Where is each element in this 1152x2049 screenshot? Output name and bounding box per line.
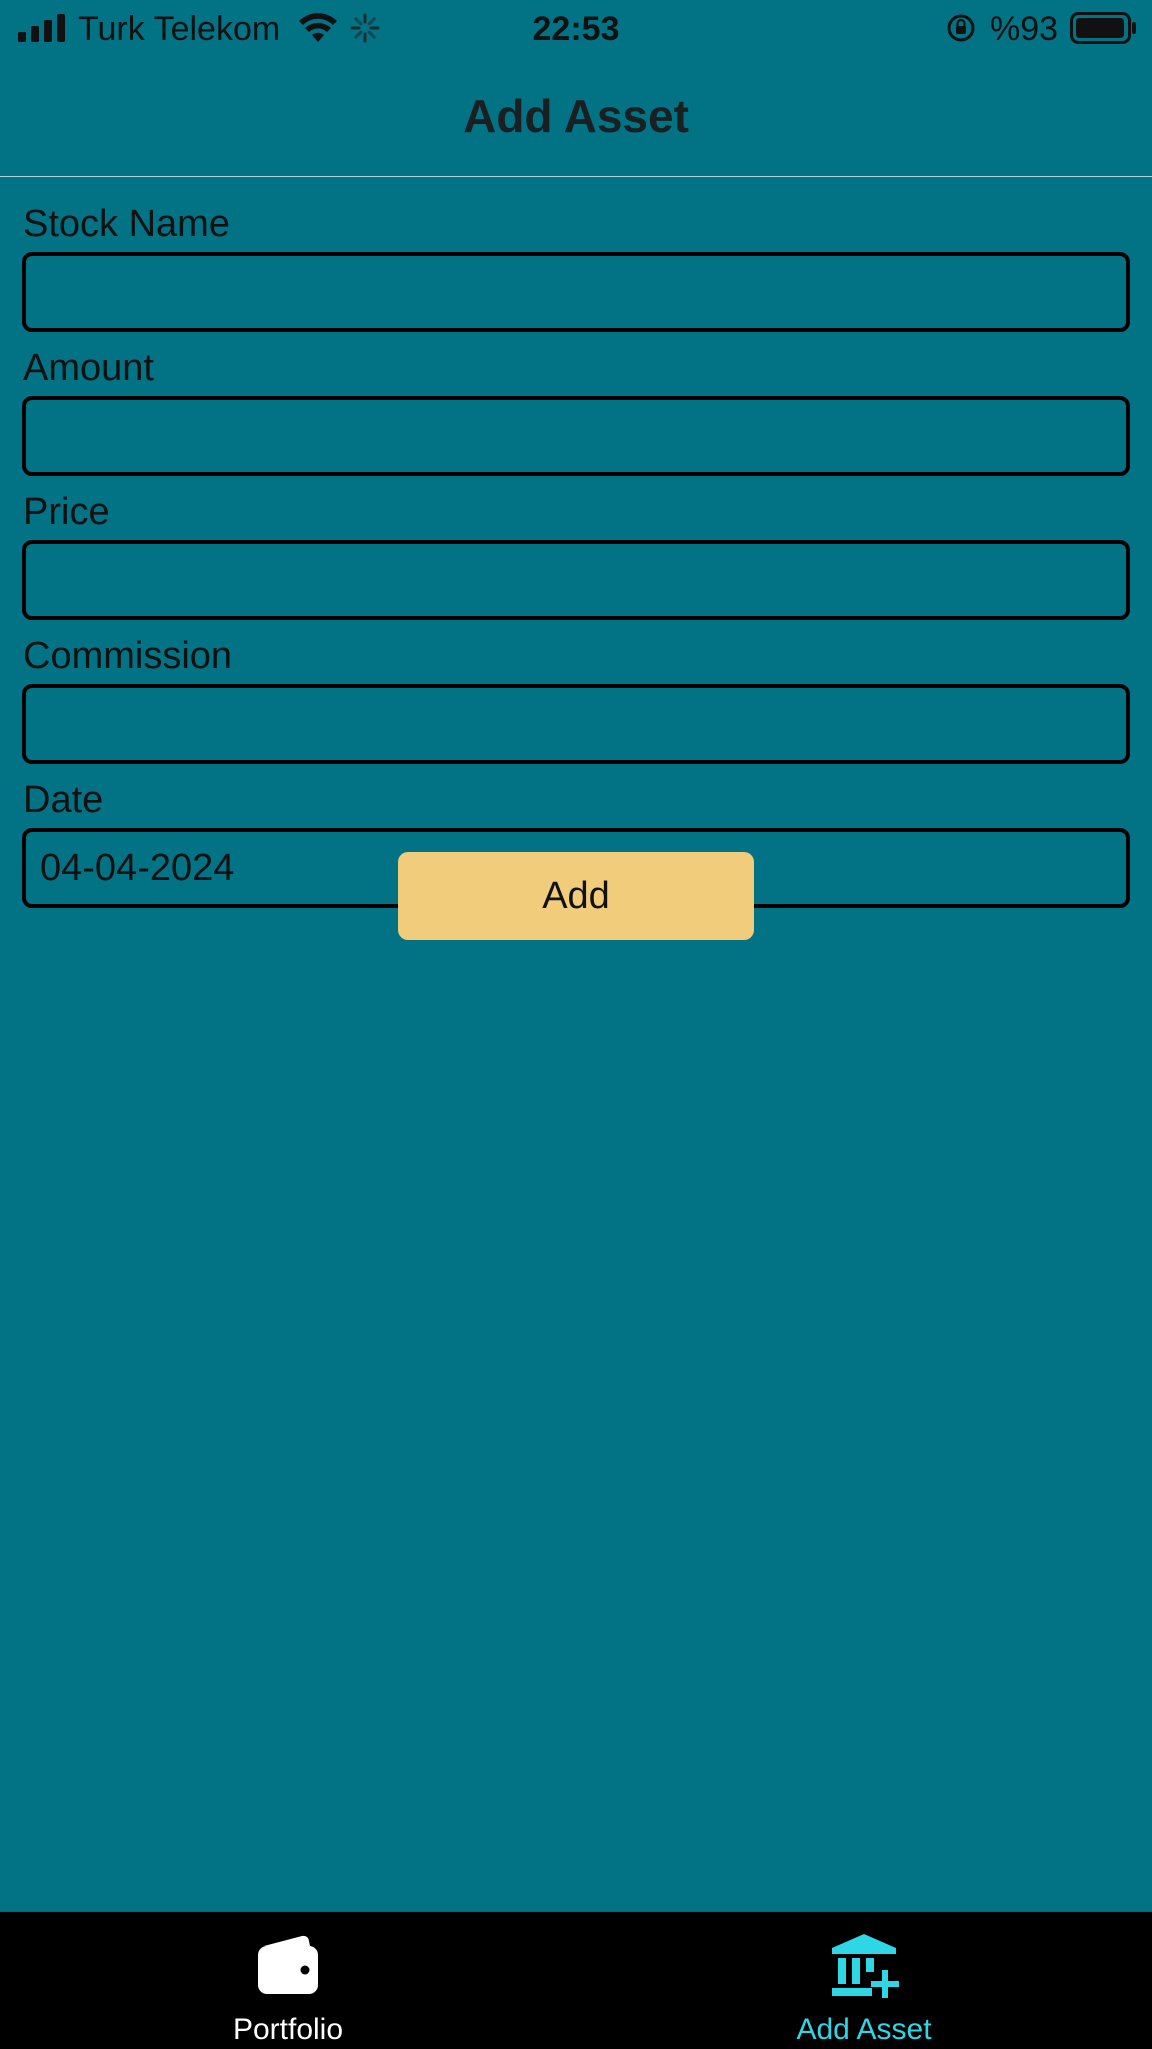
status-time: 22:53 bbox=[532, 10, 620, 48]
tab-add-asset-label: Add Asset bbox=[796, 2013, 932, 2046]
rotation-lock-icon bbox=[947, 14, 975, 42]
add-asset-form: Stock Name Amount Price Commission Date bbox=[22, 196, 1130, 916]
tab-portfolio-label: Portfolio bbox=[232, 2013, 344, 2046]
battery-percentage: %93 bbox=[990, 10, 1059, 48]
commission-label: Commission bbox=[23, 635, 233, 677]
wallet-icon bbox=[258, 1935, 318, 1994]
tab-portfolio[interactable]: Portfolio bbox=[0, 1912, 576, 2049]
add-button[interactable]: Add bbox=[398, 852, 754, 940]
date-label: Date bbox=[23, 779, 104, 821]
commission-input[interactable] bbox=[22, 684, 1130, 764]
amount-input[interactable] bbox=[22, 396, 1130, 476]
amount-label: Amount bbox=[23, 347, 154, 389]
price-input[interactable] bbox=[22, 540, 1130, 620]
tab-bar: Portfolio Add Asset bbox=[0, 1911, 1152, 2049]
price-label: Price bbox=[23, 491, 110, 533]
status-bar: Turk Telekom 22:53 %93 bbox=[0, 0, 1152, 58]
page-title: Add Asset bbox=[463, 90, 689, 142]
battery-icon bbox=[1070, 12, 1136, 44]
bank-add-icon bbox=[832, 1934, 899, 1998]
tab-add-asset[interactable]: Add Asset bbox=[576, 1912, 1152, 2049]
stock-name-label: Stock Name bbox=[23, 203, 230, 245]
stock-name-input[interactable] bbox=[22, 252, 1130, 332]
navigation-header: Add Asset bbox=[0, 58, 1152, 177]
